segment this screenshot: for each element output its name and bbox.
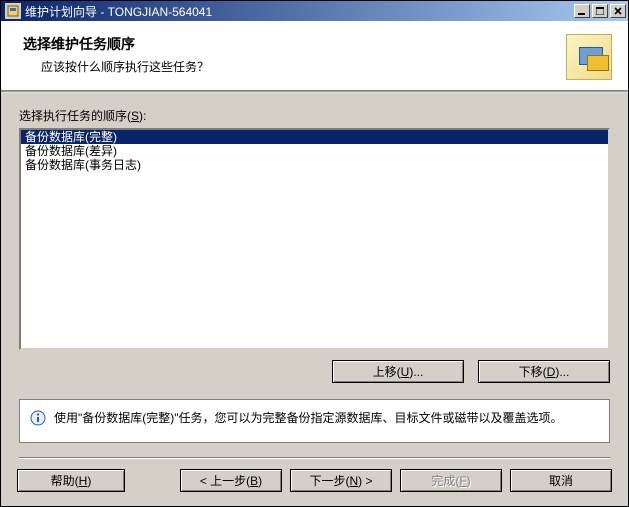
- list-item[interactable]: 备份数据库(差异): [21, 144, 608, 158]
- info-panel: 使用"备份数据库(完整)"任务，您可以为完整备份指定源数据库、目标文件或磁带以及…: [19, 399, 610, 443]
- maximize-button[interactable]: [592, 4, 608, 18]
- client-area: 选择维护任务顺序 应该按什么顺序执行这些任务？ 选择执行任务的顺序(S): 备份…: [1, 21, 628, 506]
- window-title: 维护计划向导 - TONGJIAN-564041: [25, 3, 572, 20]
- page-subtitle: 应该按什么顺序执行这些任务？: [23, 58, 556, 75]
- cancel-button[interactable]: 取消: [510, 469, 612, 492]
- wizard-window: 维护计划向导 - TONGJIAN-564041 选择维护任务顺序 应该按什么顺…: [0, 0, 629, 507]
- task-order-listbox[interactable]: 备份数据库(完整)备份数据库(差异)备份数据库(事务日志): [19, 128, 610, 350]
- help-button[interactable]: 帮助(H): [17, 469, 125, 492]
- divider: [19, 457, 610, 459]
- minimize-button[interactable]: [574, 4, 590, 18]
- app-icon: [5, 3, 21, 19]
- move-down-button[interactable]: 下移(D)...: [478, 360, 610, 383]
- back-button[interactable]: < 上一步(B): [180, 469, 282, 492]
- wizard-art-icon: [566, 34, 612, 80]
- titlebar[interactable]: 维护计划向导 - TONGJIAN-564041: [1, 1, 628, 21]
- close-button[interactable]: [610, 4, 626, 18]
- list-item[interactable]: 备份数据库(完整): [21, 130, 608, 144]
- wizard-footer: 帮助(H) < 上一步(B) 下一步(N) > 完成(F) 取消: [1, 469, 628, 506]
- page-title: 选择维护任务顺序: [23, 34, 556, 54]
- finish-button[interactable]: 完成(F): [400, 469, 502, 492]
- next-button[interactable]: 下一步(N) >: [290, 469, 392, 492]
- move-up-button[interactable]: 上移(U)...: [332, 360, 464, 383]
- info-text: 使用"备份数据库(完整)"任务，您可以为完整备份指定源数据库、目标文件或磁带以及…: [54, 410, 563, 427]
- wizard-header: 选择维护任务顺序 应该按什么顺序执行这些任务？: [1, 22, 628, 91]
- list-item[interactable]: 备份数据库(事务日志): [21, 158, 608, 172]
- info-icon: [30, 410, 46, 426]
- list-label: 选择执行任务的顺序(S):: [19, 107, 610, 124]
